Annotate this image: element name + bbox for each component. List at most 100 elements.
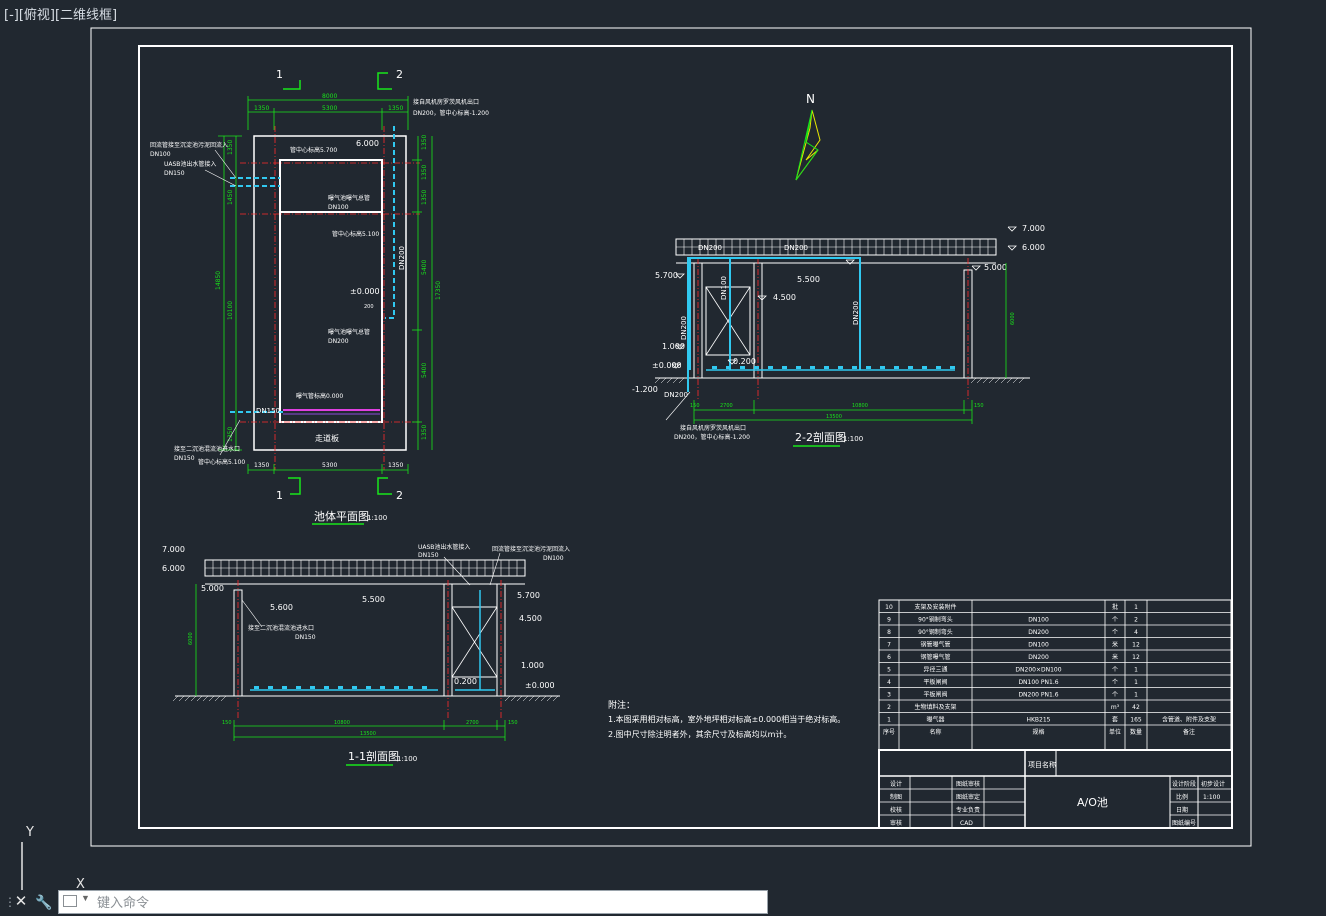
notes-title: 附注： [608, 699, 635, 711]
section-marker-2-top [377, 72, 392, 90]
plan-dim-total: 8000 [322, 93, 337, 100]
plan-label-0: 接自风机房罗茨风机出口 [413, 98, 479, 106]
s11-dim-10800: 10800 [334, 720, 350, 726]
s11-scale: 1:100 [397, 755, 417, 763]
command-history-icon[interactable] [63, 895, 77, 907]
plan-label-11: DN200 [328, 338, 349, 345]
s22-elev-0000: ±0.000 [652, 361, 682, 370]
s22-note-2: DN200，管中心标高-1.200 [674, 433, 750, 441]
plan-label-corridor: 走道板 [315, 433, 339, 443]
command-dropdown-chevron-icon[interactable]: ▼ [81, 893, 90, 903]
parts-cell: 个 [1112, 617, 1118, 624]
plan-dim-bottom-right: 1350 [388, 462, 403, 469]
plan-dim-right-2: 1350 [421, 165, 428, 180]
plan-label-dn150: DN150 [256, 407, 280, 415]
plan-view: 1 2 1 2 8000 1350 5300 1350 1350 1350 13… [150, 68, 489, 525]
command-close-icon[interactable]: ✕ [12, 892, 30, 912]
s11-elev-5000: 5.000 [201, 584, 224, 593]
command-bar-grip[interactable]: ⋮ [4, 893, 16, 911]
parts-cell: DN200 [1028, 629, 1049, 636]
s22-pipe-dn100: DN100 [720, 276, 728, 300]
s11-dim-150a: 150 [222, 720, 232, 726]
plan-label-15: 管中心标高5.100 [198, 458, 245, 466]
parts-cell: 4 [1134, 629, 1138, 636]
parts-cell: 6 [887, 654, 891, 661]
tb-project-label: 项目名称 [1028, 760, 1056, 769]
cad-drawing-canvas[interactable]: 1 2 1 2 8000 1350 5300 1350 1350 1350 13… [0, 0, 1326, 888]
tb-left-r1-b: 图纸审核 [956, 780, 980, 788]
section-2-2: 7.000 6.000 5.000 5.700 5.500 4.500 1.00… [632, 224, 1045, 447]
parts-cell: 90°钢制弯头 [918, 616, 953, 624]
parts-cell: 9 [887, 617, 891, 624]
s11-note-b2: DN100 [543, 555, 564, 562]
s11-elev-5500: 5.500 [362, 595, 385, 604]
s11-dim-150b: 150 [508, 720, 518, 726]
s11-elev-5600: 5.600 [270, 603, 293, 612]
s22-elev-m1200: -1.200 [632, 385, 658, 394]
plan-dim-left-a: 1350 [227, 140, 234, 155]
s22-elev-4500: 4.500 [773, 293, 796, 302]
parts-cell: 平板闸阀 [923, 678, 947, 686]
parts-cell: DN100 [1028, 642, 1049, 649]
tb-left-r4-a: 审核 [890, 819, 902, 827]
tb-right-r1-a: 设计阶段 [1172, 780, 1196, 788]
parts-cell: 生物填料及支架 [914, 703, 956, 711]
tb-right-r4-a: 图纸编号 [1172, 819, 1196, 827]
command-customize-icon[interactable]: 🔧 [34, 892, 54, 912]
plan-label-1: DN200，管中心标高-1.200 [413, 109, 489, 117]
plan-label-6: 管中心标高5.700 [290, 146, 337, 154]
notes-line-2: 2.图中尺寸除注明者外，其余尺寸及标高均以m计。 [608, 729, 791, 739]
section-marker-1-bottom [288, 477, 301, 495]
s22-elev-0200: 0.200 [733, 357, 756, 366]
s11-dim-13500: 13500 [360, 731, 376, 737]
plan-label-dn200-v: DN200 [398, 246, 406, 270]
parts-cell: 1 [1134, 692, 1138, 699]
plan-label-3: DN100 [150, 151, 171, 158]
s22-elev-6000: 6.000 [1022, 243, 1045, 252]
parts-cell: 支架及安装附件 [914, 603, 956, 611]
parts-cell: HKB215 [1026, 717, 1050, 724]
parts-cell: 曝气器 [926, 716, 944, 724]
plan-dim-left-b: 1450 [227, 190, 234, 205]
parts-cell: 12 [1132, 654, 1140, 661]
parts-cell: DN100 PN1.6 [1018, 679, 1058, 686]
parts-cell: 含管道、附件及支架 [1162, 716, 1216, 724]
north-label: N [806, 92, 815, 106]
plan-dim-left-e: 1350 [227, 427, 234, 442]
parts-cell: 个 [1112, 629, 1118, 636]
section-marker-2-bottom [377, 477, 392, 495]
parts-cell: 90°钢制弯头 [918, 628, 953, 636]
s22-dim-13500: 13500 [826, 414, 842, 420]
tb-right-r3-a: 日期 [1176, 806, 1188, 814]
s22-dim-6000: 6000 [1010, 312, 1016, 325]
s11-title: 1-1剖面图 [348, 749, 399, 763]
s11-elev-0200: 0.200 [454, 677, 477, 686]
s11-note-b: 回流管接至沉淀池污泥回流入 [492, 545, 570, 553]
plan-outer-wall [253, 135, 407, 451]
s22-dim-150a: 150 [690, 403, 700, 409]
command-input[interactable] [95, 893, 759, 913]
plan-label-13: 接至二沉池混流池进水口 [174, 445, 240, 453]
s11-dim-6000: 6000 [188, 632, 194, 645]
s11-note-c2: DN150 [295, 634, 316, 641]
parts-table: 10 支架及安装附件 批 1 9 90°钢制弯头 DN100 个 2 8 90°钢制弯头 DN200 个… [878, 599, 1232, 751]
parts-cell: 12 [1132, 642, 1140, 649]
plan-dim-right: 1350 [388, 105, 403, 112]
parts-cell: 2 [1134, 617, 1138, 624]
parts-cell: 165 [1130, 717, 1142, 724]
s22-dim-2700: 2700 [720, 403, 733, 409]
s22-elev-5000: 5.000 [984, 263, 1007, 272]
s22-elev-5700: 5.700 [655, 271, 678, 280]
plan-title: 池体平面图 [314, 509, 369, 523]
plan-dim-bottom-left: 1350 [254, 462, 269, 469]
tb-right-r2-b: 1:100 [1203, 794, 1220, 801]
tb-left-r3-b: 专业负责 [956, 806, 980, 814]
parts-cell: 8 [887, 629, 891, 636]
notes-line-1: 1.本图采用相对标高，室外地坪相对标高±0.000相当于绝对标高。 [608, 714, 845, 724]
command-line[interactable]: ▼ [58, 890, 768, 914]
parts-cell: 10 [885, 604, 893, 611]
s22-elev-7000: 7.000 [1022, 224, 1045, 233]
tb-left-r2-a: 制图 [890, 793, 902, 801]
plan-label-pm0: ±0.000 [350, 287, 380, 296]
plan-label-7: 曝气池曝气总管 [328, 194, 370, 202]
